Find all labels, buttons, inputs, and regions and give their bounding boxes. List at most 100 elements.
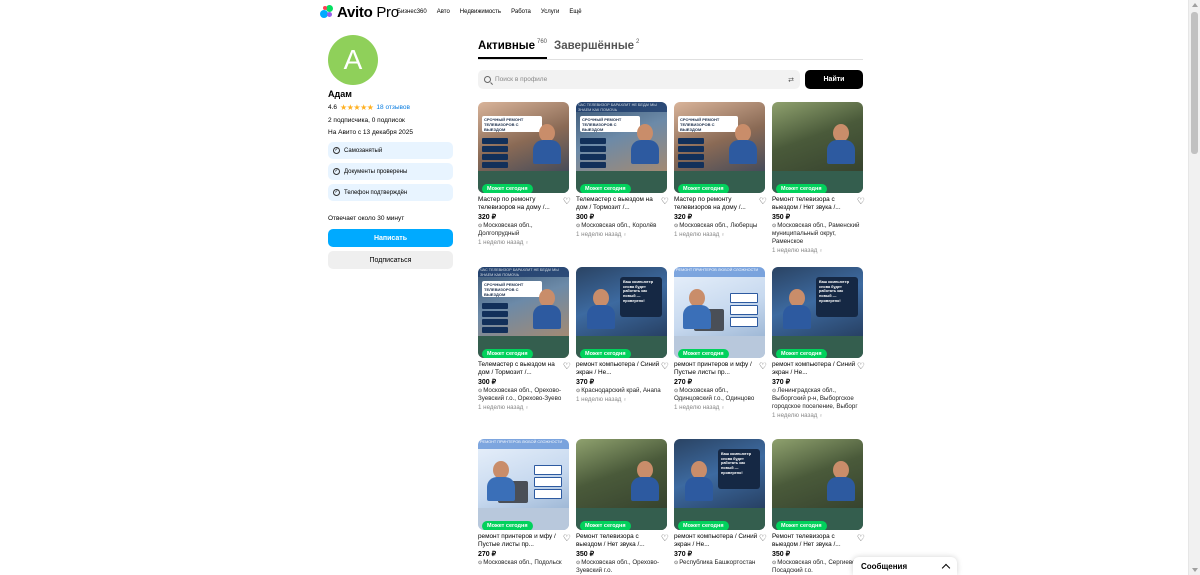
listing-title[interactable]: ремонт принтеров и мфу / Пустые листы пр…	[478, 533, 562, 549]
badge-self-employed: ✓ Самозанятый	[328, 142, 453, 159]
chevron-up-icon[interactable]	[941, 563, 951, 572]
can-today-badge: Может сегодня	[580, 521, 631, 530]
scroll-up-icon[interactable]	[1192, 3, 1198, 7]
listing-image[interactable]: Может сегодня	[576, 439, 667, 530]
heart-icon[interactable]: ♡	[661, 361, 669, 372]
listing-image[interactable]: РЕМОНТ ПРИНТЕРОВ ЛЮБОЙ СЛОЖНОСТИ Может се…	[478, 439, 569, 530]
listing-title[interactable]: Телемастер с выездом на дом / Тормозит /…	[576, 196, 660, 212]
scroll-thumb[interactable]	[1191, 12, 1198, 154]
eye-icon: ♀	[525, 405, 529, 411]
listing-image[interactable]: РЕМОНТ ПРИНТЕРОВ ЛЮБОЙ СЛОЖНОСТИ Может се…	[674, 267, 765, 358]
listing-card[interactable]: Может сегодня ♡ Ремонт телевизора с выез…	[772, 439, 865, 575]
listing-card[interactable]: СРОЧНЫЙ РЕМОНТ ТЕЛЕВИЗОРОВ С ВЫЕЗДОМ Може…	[674, 102, 767, 238]
nav-item-jobs[interactable]: Работа	[511, 9, 531, 15]
listing-date: 1 неделю назад ♀	[674, 404, 725, 411]
listing-card[interactable]: Может сегодня ♡ Ремонт телевизора с выез…	[576, 439, 669, 575]
listing-card[interactable]: Ваш компьютер снова будет работать как н…	[772, 267, 865, 419]
subscribers-info[interactable]: 2 подписчика, 0 подписок	[328, 117, 453, 124]
listing-image[interactable]: Может сегодня	[772, 102, 863, 193]
listing-card[interactable]: РЕМОНТ ПРИНТЕРОВ ЛЮБОЙ СЛОЖНОСТИ Может се…	[478, 439, 571, 567]
scroll-down-icon[interactable]	[1192, 568, 1198, 572]
listing-title[interactable]: Мастер по ремонту телевизоров на дому /.…	[674, 196, 758, 212]
listing-card[interactable]: Ваш компьютер снова будет работать как н…	[576, 267, 669, 403]
listing-title[interactable]: ремонт компьютера / Синий экран / Не...	[772, 361, 856, 377]
can-today-badge: Может сегодня	[482, 521, 533, 530]
pin-icon: ⊙	[576, 560, 581, 566]
listing-card[interactable]: ЧАС ТЕЛЕВИЗОР БАРАХЛИТ НЕ БЕДА! МЫ ЗНАЕМ…	[478, 267, 571, 411]
listing-title[interactable]: Мастер по ремонту телевизоров на дому /.…	[478, 196, 562, 212]
listing-date: 1 неделю назад ♀	[478, 404, 529, 411]
listing-title[interactable]: Телемастер с выездом на дом / Тормозит /…	[478, 361, 562, 377]
listing-title[interactable]: ремонт компьютера / Синий экран / Не...	[674, 533, 758, 549]
tab-completed[interactable]: Завершённые 2	[554, 39, 639, 59]
listing-card[interactable]: Может сегодня ♡ Ремонт телевизора с выез…	[772, 102, 865, 254]
can-today-badge: Может сегодня	[678, 521, 729, 530]
listing-location: ⊙Московская обл., Королёв	[576, 222, 657, 229]
profile-search-input[interactable]: Поиск в профиле ⇄	[478, 70, 800, 89]
nav-item-more[interactable]: Ещё	[569, 9, 581, 15]
tab-active[interactable]: Активные 760	[478, 39, 548, 59]
find-button[interactable]: Найти	[805, 70, 863, 89]
heart-icon[interactable]: ♡	[563, 196, 571, 207]
listing-location: ⊙Московская обл., Сергиево-Посадский г.о…	[772, 559, 858, 574]
heart-icon[interactable]: ♡	[759, 196, 767, 207]
subscribe-button[interactable]: Подписаться	[328, 251, 453, 269]
can-today-badge: Может сегодня	[580, 349, 631, 358]
member-since: На Авито с 13 декабря 2025	[328, 129, 414, 136]
pin-icon: ⊙	[674, 560, 679, 566]
pin-icon: ⊙	[772, 223, 777, 229]
write-button[interactable]: Написать	[328, 229, 453, 247]
nav-item-services[interactable]: Услуги	[541, 9, 559, 15]
pin-icon: ⊙	[576, 223, 581, 229]
seller-name: Адам	[328, 89, 352, 99]
nav-item-auto[interactable]: Авто	[437, 9, 450, 15]
listing-title[interactable]: Ремонт телевизора с выездом / Нет звука …	[772, 196, 856, 212]
eye-icon: ♀	[525, 240, 529, 246]
listing-price: 300 ₽	[576, 214, 595, 221]
listing-title[interactable]: Ремонт телевизора с выездом / Нет звука …	[576, 533, 660, 549]
heart-icon[interactable]: ♡	[857, 533, 865, 544]
nav-item-realty[interactable]: Недвижимость	[460, 9, 501, 15]
reviews-link[interactable]: 18 отзывов	[376, 104, 410, 111]
avatar[interactable]: А	[328, 35, 378, 85]
listing-image[interactable]: Ваш компьютер снова будет работать как н…	[772, 267, 863, 358]
response-time: Отвечает около 30 минут	[328, 215, 405, 222]
filter-icon[interactable]: ⇄	[788, 76, 794, 84]
messages-panel[interactable]: Сообщения	[853, 557, 957, 575]
heart-icon[interactable]: ♡	[857, 196, 865, 207]
heart-icon[interactable]: ♡	[661, 196, 669, 207]
avito-pro-logo[interactable]: Avito Pro	[320, 4, 399, 21]
heart-icon[interactable]: ♡	[759, 361, 767, 372]
listing-price: 350 ₽	[772, 214, 791, 221]
listing-card[interactable]: Ваш компьютер снова будет работать как н…	[674, 439, 767, 567]
heart-icon[interactable]: ♡	[563, 361, 571, 372]
listing-card[interactable]: РЕМОНТ ПРИНТЕРОВ ЛЮБОЙ СЛОЖНОСТИ Может се…	[674, 267, 767, 411]
listing-card[interactable]: ЧАС ТЕЛЕВИЗОР БАРАХЛИТ НЕ БЕДА! МЫ ЗНАЕМ…	[576, 102, 669, 238]
nav-item-business360[interactable]: Бизнес360	[397, 9, 427, 15]
pin-icon: ⊙	[772, 560, 777, 566]
listing-price: 370 ₽	[576, 379, 595, 386]
listing-image[interactable]: Может сегодня	[772, 439, 863, 530]
heart-icon[interactable]: ♡	[661, 533, 669, 544]
listing-image[interactable]: СРОЧНЫЙ РЕМОНТ ТЕЛЕВИЗОРОВ С ВЫЕЗДОМ Може…	[478, 102, 569, 193]
heart-icon[interactable]: ♡	[759, 533, 767, 544]
listing-image[interactable]: Ваш компьютер снова будет работать как н…	[576, 267, 667, 358]
can-today-badge: Может сегодня	[776, 349, 827, 358]
rating-stars-icon: ★★★★★	[340, 103, 374, 112]
eye-icon: ♀	[623, 397, 627, 403]
listing-title[interactable]: Ремонт телевизора с выездом / Нет звука …	[772, 533, 856, 549]
pin-icon: ⊙	[772, 388, 777, 394]
listing-price: 350 ₽	[576, 551, 595, 558]
listing-image[interactable]: ЧАС ТЕЛЕВИЗОР БАРАХЛИТ НЕ БЕДА! МЫ ЗНАЕМ…	[478, 267, 569, 358]
listing-image[interactable]: Ваш компьютер снова будет работать как н…	[674, 439, 765, 530]
listing-image[interactable]: ЧАС ТЕЛЕВИЗОР БАРАХЛИТ НЕ БЕДА! МЫ ЗНАЕМ…	[576, 102, 667, 193]
heart-icon[interactable]: ♡	[563, 533, 571, 544]
listing-price: 370 ₽	[674, 551, 693, 558]
page-scrollbar[interactable]	[1188, 0, 1200, 575]
listing-date: 1 неделю назад ♀	[772, 247, 823, 254]
listing-image[interactable]: СРОЧНЫЙ РЕМОНТ ТЕЛЕВИЗОРОВ С ВЫЕЗДОМ Може…	[674, 102, 765, 193]
listing-title[interactable]: ремонт компьютера / Синий экран / Не...	[576, 361, 660, 377]
listing-title[interactable]: ремонт принтеров и мфу / Пустые листы пр…	[674, 361, 758, 377]
listing-card[interactable]: СРОЧНЫЙ РЕМОНТ ТЕЛЕВИЗОРОВ С ВЫЕЗДОМ Може…	[478, 102, 571, 246]
heart-icon[interactable]: ♡	[857, 361, 865, 372]
